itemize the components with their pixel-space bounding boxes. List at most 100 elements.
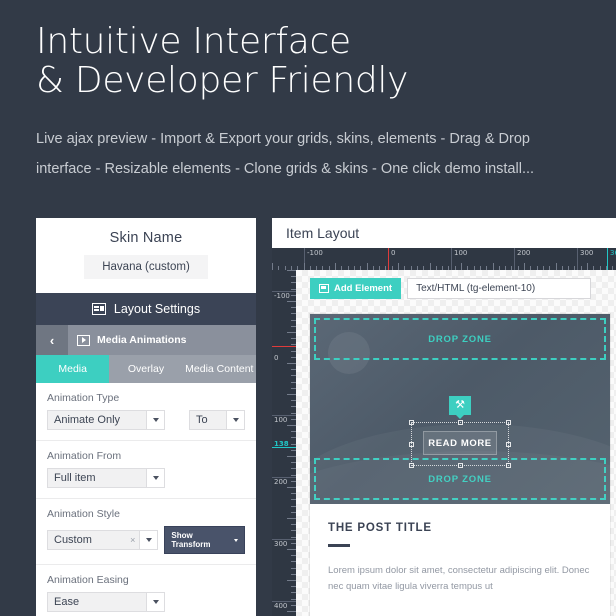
chevron-down-icon	[146, 411, 164, 429]
post-excerpt: Lorem ipsum dolor sit amet, consectetur …	[328, 564, 590, 592]
add-element-label: Add Element	[334, 283, 393, 294]
field-animation-from: Animation From Full item	[36, 441, 256, 499]
show-transform-button[interactable]: Show Transform	[164, 526, 245, 554]
animation-to-select[interactable]: To	[189, 410, 245, 430]
ruler-h-label: 100	[454, 249, 468, 257]
page-title-line-1: Intuitive Interface	[36, 21, 351, 62]
ruler-origin-marker	[388, 248, 389, 270]
clear-icon[interactable]: ×	[130, 535, 139, 545]
tab-overlay[interactable]: Overlay	[109, 355, 183, 383]
add-element-icon	[319, 284, 329, 293]
layout-settings-label: Layout Settings	[113, 302, 201, 316]
page-title-line-2: & Developer Friendly	[36, 60, 409, 101]
ruler-v-label: 400	[274, 602, 288, 610]
animation-style-label: Animation Style	[47, 508, 120, 520]
resize-handle-n[interactable]	[457, 420, 463, 425]
tab-media-content[interactable]: Media Content	[182, 355, 256, 383]
drop-zone-label: DROP ZONE	[428, 473, 492, 485]
item-layout-title: Item Layout	[286, 225, 360, 241]
title-divider	[328, 544, 350, 547]
animation-from-value: Full item	[54, 472, 96, 484]
video-play-icon	[77, 334, 90, 346]
drop-zone-top[interactable]: DROP ZONE	[314, 318, 606, 360]
resize-handle-s[interactable]	[457, 463, 463, 468]
skin-name-label: Skin Name	[109, 230, 183, 246]
ruler-v-label: 100	[274, 416, 288, 424]
element-select-value: Text/HTML (tg-element-10)	[416, 283, 536, 294]
ruler-h-label: -100	[307, 249, 323, 257]
tab-bar: Media Overlay Media Content	[36, 355, 256, 383]
field-animation-style: Animation Style Custom × Show Transform	[36, 499, 256, 565]
page-root: Intuitive Interface & Developer Friendly…	[0, 0, 616, 616]
animation-easing-label: Animation Easing	[47, 574, 129, 586]
ruler-h-label: 200	[517, 249, 531, 257]
breadcrumb-label: Media Animations	[97, 334, 187, 346]
post-body: THE POST TITLE Lorem ipsum dolor sit ame…	[310, 504, 610, 595]
show-transform-label: Show Transform	[171, 531, 211, 549]
ruler-h-label: 0	[391, 249, 396, 257]
ruler-v-label: 200	[274, 478, 288, 486]
vertical-ruler: -100 0 100 138 200 300 400	[272, 270, 296, 616]
add-element-button[interactable]: Add Element	[310, 278, 402, 299]
drop-zone-label: DROP ZONE	[428, 333, 492, 345]
animation-type-value: Animate Only	[54, 414, 121, 426]
read-more-label: READ MORE	[428, 437, 492, 449]
resize-handle-ne[interactable]	[506, 420, 511, 425]
read-more-element[interactable]: ⚒ READ MORE	[409, 396, 511, 468]
field-animation-easing: Animation Easing Ease	[36, 565, 256, 616]
breadcrumb-current: Media Animations	[68, 334, 256, 346]
ruler-v-label: 0	[274, 354, 279, 362]
drop-zone-bottom[interactable]: DROP ZONE	[314, 458, 606, 500]
item-layout-header: Item Layout	[272, 218, 616, 248]
skin-name-section: Skin Name	[36, 218, 256, 293]
tab-media[interactable]: Media	[36, 355, 110, 383]
chevron-down-icon	[146, 593, 164, 611]
ruler-v-label: 300	[274, 540, 288, 548]
layout-settings-button[interactable]: Layout Settings	[36, 293, 256, 325]
resize-handle-e[interactable]	[506, 441, 511, 447]
back-chevron-icon[interactable]: ‹	[36, 325, 68, 355]
chevron-down-icon	[226, 411, 244, 429]
animation-type-label: Animation Type	[47, 392, 120, 404]
ruler-h-label: 300	[580, 249, 594, 257]
animation-easing-select[interactable]: Ease	[47, 592, 165, 612]
resize-handle-sw[interactable]	[409, 463, 414, 468]
animation-from-select[interactable]: Full item	[47, 468, 165, 488]
ruler-height-marker	[272, 447, 296, 448]
layout-editor: -100 0 100 200 300 360 -100 0 100 138 20…	[272, 248, 616, 616]
canvas-toolbar: Add Element Text/HTML (tg-element-10)	[310, 278, 592, 299]
chevron-down-icon	[234, 539, 238, 542]
resize-handle-se[interactable]	[506, 463, 511, 468]
ruler-v-label: -100	[274, 292, 290, 300]
ruler-width-marker	[607, 248, 608, 270]
animation-style-value: Custom	[54, 534, 92, 546]
chevron-down-icon	[146, 469, 164, 487]
post-card-preview: DROP ZONE ⚒ READ MORE DROP ZONE THE POST…	[310, 314, 610, 616]
ruler-h-label-highlight: 360	[610, 249, 616, 257]
resize-handle-w[interactable]	[409, 441, 414, 447]
animation-from-label: Animation From	[47, 450, 122, 462]
hero-subtitle: Live ajax preview - Import & Export your…	[36, 131, 535, 177]
skin-name-input[interactable]	[84, 255, 208, 279]
animation-easing-value: Ease	[54, 596, 80, 608]
read-more-button[interactable]: READ MORE	[423, 431, 497, 455]
item-layout-panel: Item Layout -100 0 100 200 300 360 -100	[272, 218, 616, 616]
ruler-origin-marker	[272, 346, 296, 347]
breadcrumb: ‹ Media Animations	[36, 325, 256, 355]
wrench-glyph: ⚒	[455, 399, 465, 411]
post-title: THE POST TITLE	[328, 522, 432, 534]
page-title: Intuitive Interface & Developer Friendly	[36, 22, 596, 100]
element-select[interactable]: Text/HTML (tg-element-10)	[407, 278, 592, 299]
horizontal-ruler: -100 0 100 200 300 360	[272, 248, 616, 270]
layout-icon	[91, 303, 106, 315]
animation-to-value: To	[196, 414, 208, 426]
wrench-icon[interactable]: ⚒	[449, 396, 471, 415]
resize-handle-nw[interactable]	[409, 420, 414, 425]
animation-type-select[interactable]: Animate Only	[47, 410, 165, 430]
animation-style-select[interactable]: Custom ×	[47, 530, 159, 550]
hero-section: Intuitive Interface & Developer Friendly…	[36, 22, 596, 184]
design-canvas[interactable]: Add Element Text/HTML (tg-element-10) DR…	[296, 270, 616, 616]
chevron-down-icon	[139, 531, 158, 549]
settings-panel: Skin Name Layout Settings ‹ Media Animat…	[36, 218, 256, 616]
media-block: DROP ZONE ⚒ READ MORE DROP ZONE	[310, 314, 610, 504]
